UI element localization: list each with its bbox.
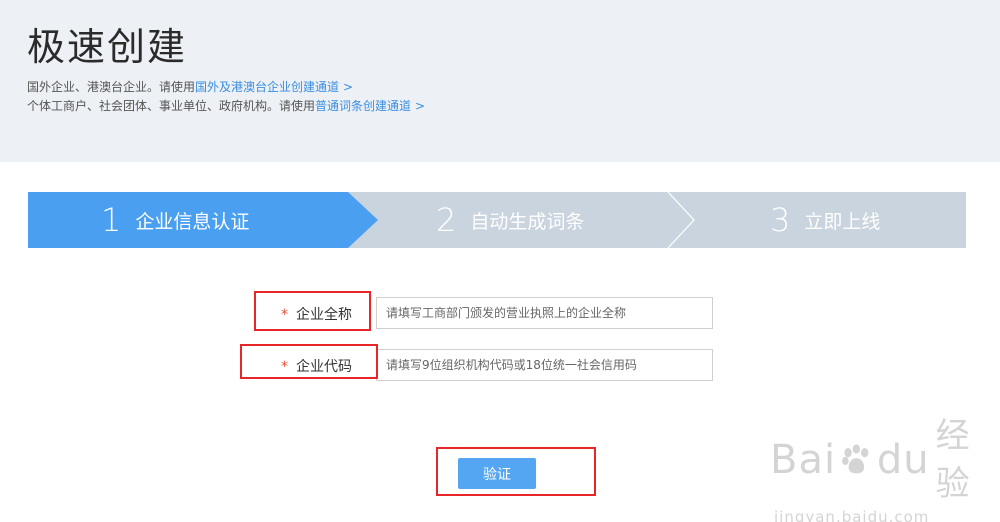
note-text: 个体工商户、社会团体、事业单位、政府机构。请使用	[27, 99, 316, 113]
step-number: 2	[436, 201, 457, 239]
highlight-box-company-code	[240, 344, 378, 379]
page-header: 极速创建 国外企业、港澳台企业。请使用国外及港澳台企业创建通道 > 个体工商户、社…	[0, 0, 1000, 162]
step-active-arrow	[348, 192, 378, 248]
general-channel-link[interactable]: 普通词条创建通道	[315, 99, 411, 113]
logo-text-right: du	[876, 437, 930, 483]
company-code-input[interactable]	[376, 349, 713, 381]
step-progress-bar: 1 企业信息认证 2 自动生成词条 3 立即上线	[28, 192, 966, 248]
step-label: 立即上线	[804, 210, 881, 233]
chevron-right-icon[interactable]: >	[415, 99, 425, 113]
logo-text-left: Bai	[770, 437, 837, 483]
logo-product: 经验	[935, 416, 971, 504]
note-text: 国外企业、港澳台企业。请使用	[27, 80, 196, 94]
step-3: 3 立即上线	[770, 192, 880, 248]
highlight-box-company-name	[254, 291, 371, 331]
foreign-channel-link[interactable]: 国外及港澳台企业创建通道	[195, 80, 339, 94]
chevron-right-icon[interactable]: >	[343, 80, 353, 94]
page-title: 极速创建	[27, 25, 188, 69]
step-label: 企业信息认证	[135, 210, 250, 233]
step-number: 1	[101, 201, 122, 239]
foreign-enterprise-note: 国外企业、港澳台企业。请使用国外及港澳台企业创建通道 >	[27, 78, 353, 95]
step-number: 3	[770, 201, 791, 239]
highlight-box-verify	[436, 447, 596, 496]
baidu-logo: Bai du 经验	[770, 412, 1000, 508]
step-label: 自动生成词条	[470, 210, 585, 233]
step-2: 2 自动生成词条	[436, 192, 584, 248]
watermark-url: jingyan.baidu.com	[774, 508, 930, 522]
baidu-jingyan-watermark: Bai du 经验 jingyan.baidu.com	[770, 412, 1000, 522]
company-name-input[interactable]	[376, 297, 713, 329]
general-entity-note: 个体工商户、社会团体、事业单位、政府机构。请使用普通词条创建通道 >	[27, 97, 425, 114]
step-1: 1 企业信息认证	[101, 192, 249, 248]
step-divider-icon	[668, 192, 695, 248]
paw-icon	[842, 444, 869, 474]
